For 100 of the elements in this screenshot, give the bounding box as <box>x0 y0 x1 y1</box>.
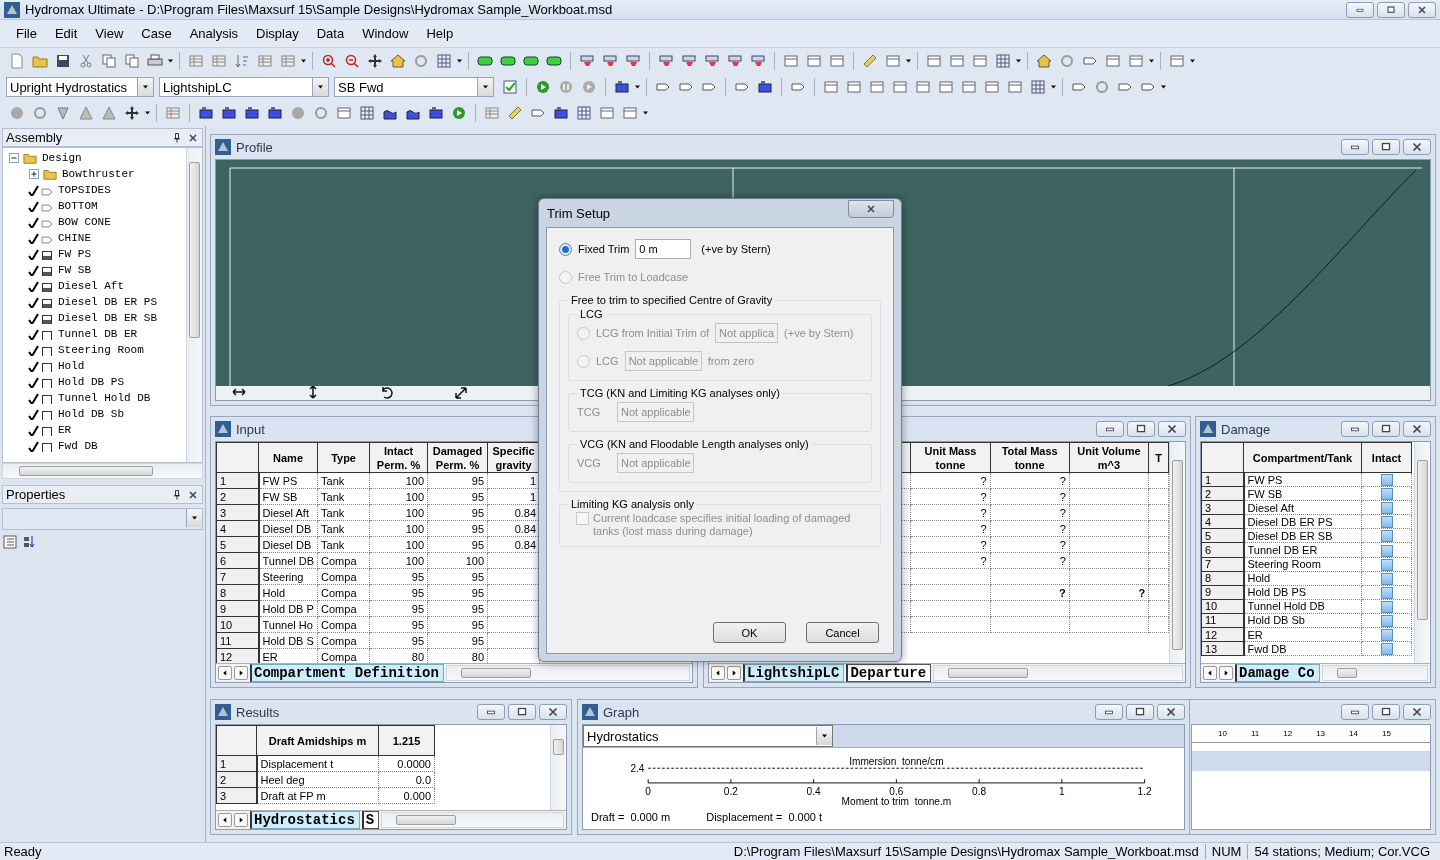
close-button[interactable] <box>1403 139 1431 155</box>
ring-icon[interactable] <box>32 105 48 121</box>
horizontal-scrollbar[interactable] <box>1321 665 1428 681</box>
hull-icon[interactable] <box>500 53 516 69</box>
triangle-icon[interactable] <box>101 105 117 121</box>
tank-icon[interactable] <box>244 105 260 121</box>
dropdown[interactable]: Hydrostatics <box>583 725 833 747</box>
pause-icon[interactable] <box>558 79 574 95</box>
check-icon[interactable] <box>27 360 39 372</box>
window-icon[interactable] <box>984 79 1000 95</box>
hull-icon[interactable] <box>477 53 493 69</box>
move-icon[interactable] <box>367 53 383 69</box>
caret-icon[interactable] <box>456 59 463 63</box>
play-icon[interactable] <box>451 105 467 121</box>
ruler-icon[interactable] <box>862 53 878 69</box>
tank-icon[interactable] <box>428 105 444 121</box>
checkbox[interactable] <box>1380 474 1393 486</box>
triangle-icon[interactable] <box>78 105 94 121</box>
maximize-button[interactable] <box>1127 421 1155 437</box>
menu-item[interactable]: Help <box>418 24 462 43</box>
menu-item[interactable]: Display <box>248 24 307 43</box>
tree-item[interactable]: FW SB <box>55 264 91 276</box>
horizontal-scrollbar[interactable] <box>445 665 690 681</box>
window-icon[interactable] <box>869 79 885 95</box>
window-icon[interactable] <box>336 105 352 121</box>
window-icon[interactable] <box>1007 79 1023 95</box>
next-sheet-button[interactable] <box>234 666 248 680</box>
tree-item[interactable]: Tunnel DB ER <box>55 328 138 340</box>
sort-icon[interactable] <box>234 53 250 69</box>
check-icon[interactable] <box>27 216 39 228</box>
tank-icon[interactable] <box>267 105 283 121</box>
tree-item[interactable]: Diesel Aft <box>55 280 124 292</box>
tree-item[interactable]: CHINE <box>55 232 91 244</box>
sheet-tab[interactable]: Hydrostatics <box>250 811 360 829</box>
checkbox[interactable] <box>1380 643 1393 655</box>
check-icon[interactable] <box>27 200 39 212</box>
table-icon[interactable] <box>188 53 204 69</box>
checkbox[interactable] <box>1380 530 1393 542</box>
hull-icon[interactable] <box>546 53 562 69</box>
vertical-scrollbar[interactable] <box>186 148 202 462</box>
checkbox[interactable] <box>1380 516 1393 528</box>
check-icon[interactable] <box>27 248 39 260</box>
checklist-icon[interactable] <box>502 79 518 95</box>
window-icon[interactable] <box>823 79 839 95</box>
checkbox[interactable] <box>1380 629 1393 641</box>
check-icon[interactable] <box>27 376 39 388</box>
copy-icon[interactable] <box>101 53 117 69</box>
ring-icon[interactable] <box>1059 53 1075 69</box>
table-icon[interactable] <box>484 105 500 121</box>
caret-icon[interactable] <box>642 111 649 115</box>
window-icon[interactable] <box>783 53 799 69</box>
check-icon[interactable] <box>27 440 39 452</box>
close-button[interactable] <box>1403 421 1431 437</box>
caret-icon[interactable] <box>1189 59 1196 63</box>
tree-item[interactable]: FW PS <box>55 248 91 260</box>
close-button[interactable] <box>1157 704 1185 720</box>
tank-icon[interactable] <box>221 105 237 121</box>
zoom-out-icon[interactable] <box>344 53 360 69</box>
check-icon[interactable] <box>27 280 39 292</box>
table-icon[interactable] <box>257 53 273 69</box>
maximize-button[interactable] <box>508 704 536 720</box>
horizontal-scrollbar[interactable] <box>381 812 564 828</box>
caret-icon[interactable] <box>905 59 912 63</box>
minimize-button[interactable] <box>477 704 505 720</box>
previous-sheet-button[interactable] <box>711 666 725 680</box>
close-button[interactable] <box>1158 421 1186 437</box>
minimize-button[interactable] <box>1341 704 1369 720</box>
vertical-arrows-icon[interactable] <box>306 386 320 400</box>
table-icon[interactable] <box>211 53 227 69</box>
window-icon[interactable] <box>892 79 908 95</box>
sheet-tab[interactable]: Departure <box>846 664 932 682</box>
ruler-icon[interactable] <box>507 105 523 121</box>
close-button[interactable] <box>1403 704 1431 720</box>
tree-item[interactable]: Bowthruster <box>59 168 135 180</box>
close-button[interactable] <box>539 704 567 720</box>
tree-item[interactable]: Diesel DB ER PS <box>55 296 158 308</box>
tree-item[interactable]: Diesel DB ER SB <box>55 312 158 324</box>
check-icon[interactable] <box>27 264 39 276</box>
check-icon[interactable] <box>27 424 39 436</box>
house-icon[interactable] <box>1036 53 1052 69</box>
maximize-button[interactable] <box>1126 704 1154 720</box>
input-field[interactable]: 0 m <box>635 239 692 259</box>
tree-item[interactable]: Hold <box>55 360 85 372</box>
grid-icon[interactable] <box>1030 79 1046 95</box>
close-icon[interactable] <box>187 488 199 501</box>
tree-item[interactable]: Tunnel Hold DB <box>55 392 151 404</box>
next-sheet-button[interactable] <box>234 813 248 827</box>
checkbox[interactable] <box>1380 586 1393 599</box>
previous-sheet-button[interactable] <box>1203 666 1217 680</box>
horizontal-scrollbar[interactable] <box>933 665 1183 681</box>
check-icon[interactable] <box>27 408 39 420</box>
sphere-icon[interactable] <box>290 105 306 121</box>
move-icon[interactable] <box>124 105 140 121</box>
check-icon[interactable] <box>27 392 39 404</box>
tank-icon[interactable] <box>198 105 214 121</box>
window-icon[interactable] <box>961 79 977 95</box>
check-icon[interactable] <box>27 232 39 244</box>
dropdown[interactable]: SB Fwd <box>334 77 494 97</box>
ring-icon[interactable] <box>413 53 429 69</box>
tree-item[interactable]: Design <box>39 152 82 164</box>
